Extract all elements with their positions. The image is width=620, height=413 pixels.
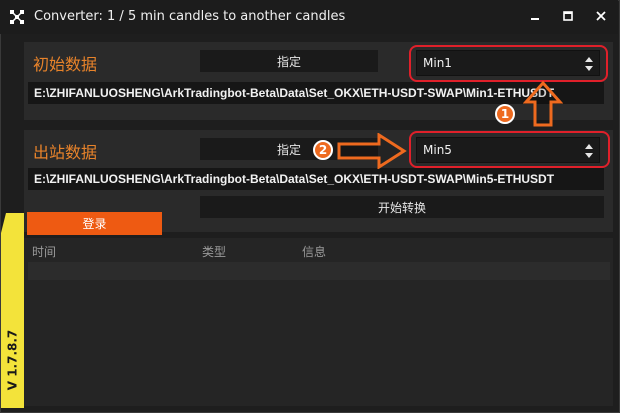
- start-convert-button[interactable]: 开始转换: [200, 196, 604, 218]
- input-data-label: 初始数据: [33, 55, 98, 74]
- version-label: V 1.7.8.7: [5, 329, 20, 391]
- highlight-input-select: [409, 45, 608, 82]
- step-2-badge: 2: [313, 140, 333, 160]
- close-button[interactable]: [586, 4, 616, 28]
- up-arrow-icon: [523, 80, 563, 127]
- window-title: Converter: 1 / 5 min candles to another …: [34, 9, 346, 24]
- close-icon: [596, 11, 606, 21]
- output-path-field[interactable]: E:\ZHIFANLUOSHENG\ArkTradingbot-Beta\Dat…: [28, 168, 604, 190]
- input-path-field[interactable]: E:\ZHIFANLUOSHENG\ArkTradingbot-Beta\Dat…: [28, 82, 604, 104]
- minimize-icon: [531, 18, 539, 20]
- app-logo-icon: [10, 10, 24, 24]
- table-row[interactable]: [28, 262, 610, 280]
- maximize-button[interactable]: [553, 4, 583, 28]
- step-1-badge: 1: [495, 104, 515, 124]
- minimize-button[interactable]: [520, 4, 550, 28]
- log-column-type[interactable]: 类型: [202, 243, 226, 260]
- log-table-header: 时间 类型 信息: [24, 242, 613, 260]
- maximize-icon: [563, 11, 573, 21]
- log-column-time[interactable]: 时间: [32, 243, 56, 260]
- right-arrow-icon: [337, 133, 407, 169]
- title-bar[interactable]: Converter: 1 / 5 min candles to another …: [0, 0, 618, 34]
- login-button[interactable]: 登录: [27, 212, 162, 235]
- log-column-info[interactable]: 信息: [302, 243, 326, 260]
- highlight-output-select: [409, 131, 610, 168]
- output-data-label: 出站数据: [33, 143, 98, 162]
- input-assign-button[interactable]: 指定: [200, 50, 378, 72]
